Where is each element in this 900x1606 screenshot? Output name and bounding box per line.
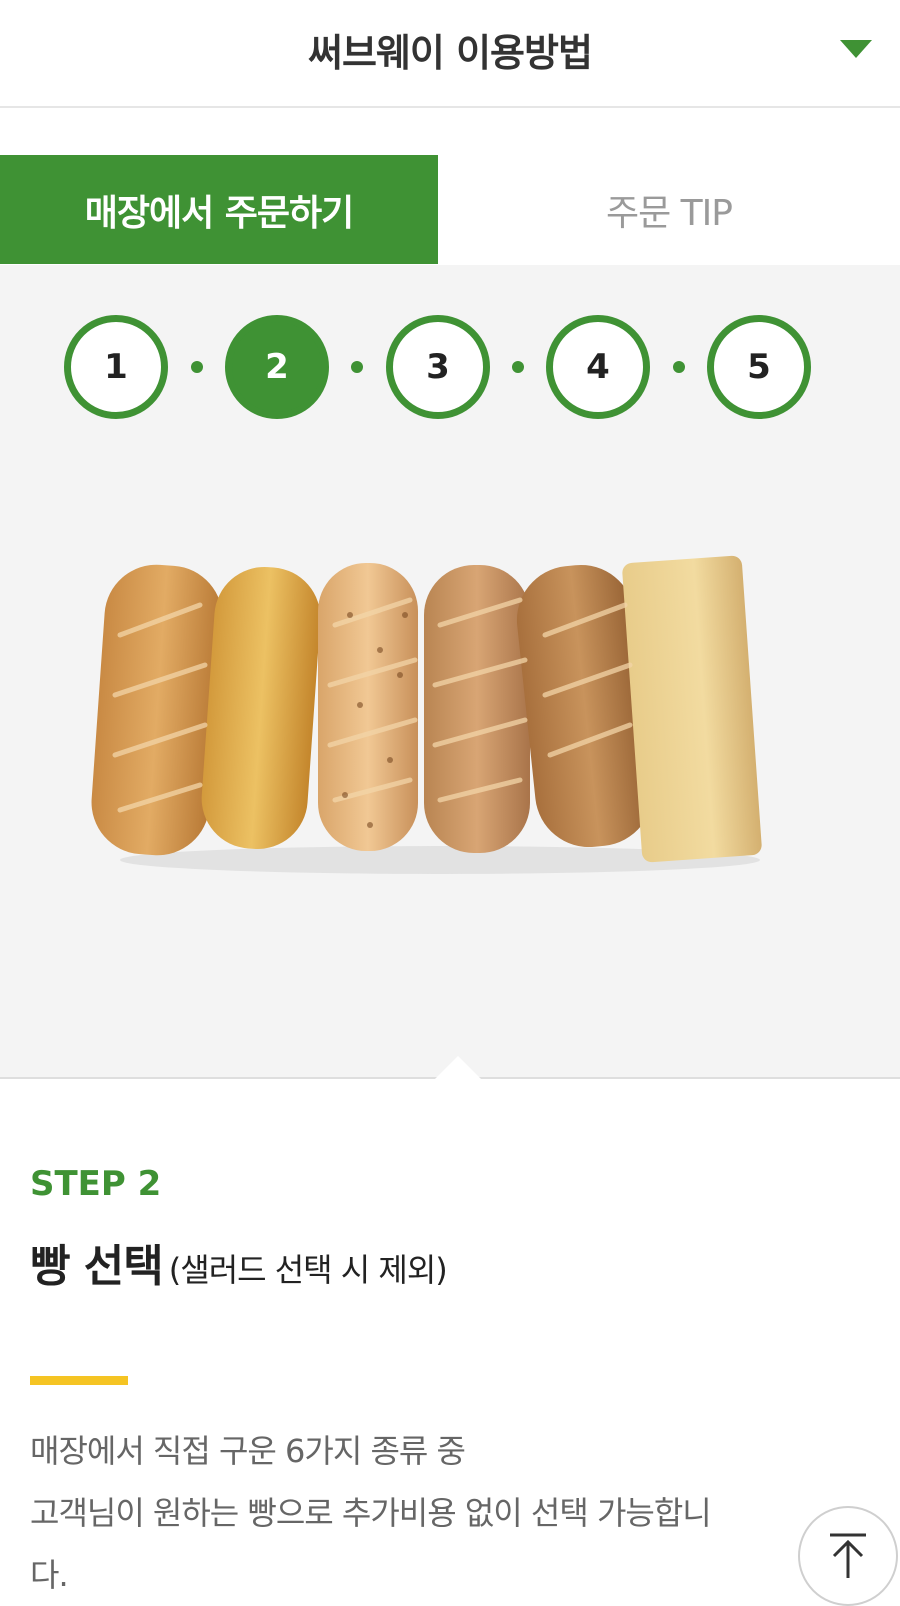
tab-order-in-store[interactable]: 매장에서 주문하기 <box>0 155 438 264</box>
bread-varieties-image <box>91 555 762 874</box>
gallery-notch <box>432 1056 484 1082</box>
accent-divider <box>30 1376 128 1385</box>
step-5-button[interactable]: 5 <box>707 315 811 419</box>
description-line: 고객님이 원하는 빵으로 추가비용 없이 선택 가능합니 <box>30 1494 712 1532</box>
arrow-up-icon <box>830 1533 866 1578</box>
step-separator-dot <box>351 361 363 373</box>
step-indicator: 1 2 3 4 5 <box>0 315 900 419</box>
step-2-button[interactable]: 2 <box>225 315 329 419</box>
step-gallery: 1 2 3 4 5 <box>0 265 900 1082</box>
step-1-button[interactable]: 1 <box>64 315 168 419</box>
step-separator-dot <box>512 361 524 373</box>
step-separator-dot <box>191 361 203 373</box>
page-title: 써브웨이 이용방법 <box>308 31 593 75</box>
step-3-button[interactable]: 3 <box>386 315 490 419</box>
step-heading: 빵 선택 (샐러드 선택 시 제외) <box>30 1230 448 1294</box>
scroll-to-top-button[interactable] <box>798 1506 898 1606</box>
tab-bar: 매장에서 주문하기 주문 TIP <box>0 155 900 264</box>
step-content: STEP 2 빵 선택 (샐러드 선택 시 제외) 매장에서 직접 구운 6가지 … <box>0 1080 900 1606</box>
step-label: STEP 2 <box>30 1164 162 1204</box>
step-heading-main: 빵 선택 <box>30 1241 164 1292</box>
page-header: 써브웨이 이용방법 <box>0 0 900 108</box>
step-heading-sub: (샐러드 선택 시 제외) <box>168 1251 448 1289</box>
tab-order-tip[interactable]: 주문 TIP <box>438 155 900 264</box>
caret-down-icon[interactable] <box>840 40 872 58</box>
step-4-button[interactable]: 4 <box>546 315 650 419</box>
step-separator-dot <box>673 361 685 373</box>
description-line: 다. <box>30 1556 69 1594</box>
description-line: 매장에서 직접 구운 6가지 종류 중 <box>30 1432 466 1470</box>
step-description: 매장에서 직접 구운 6가지 종류 중 고객님이 원하는 빵으로 추가비용 없이… <box>30 1420 850 1606</box>
